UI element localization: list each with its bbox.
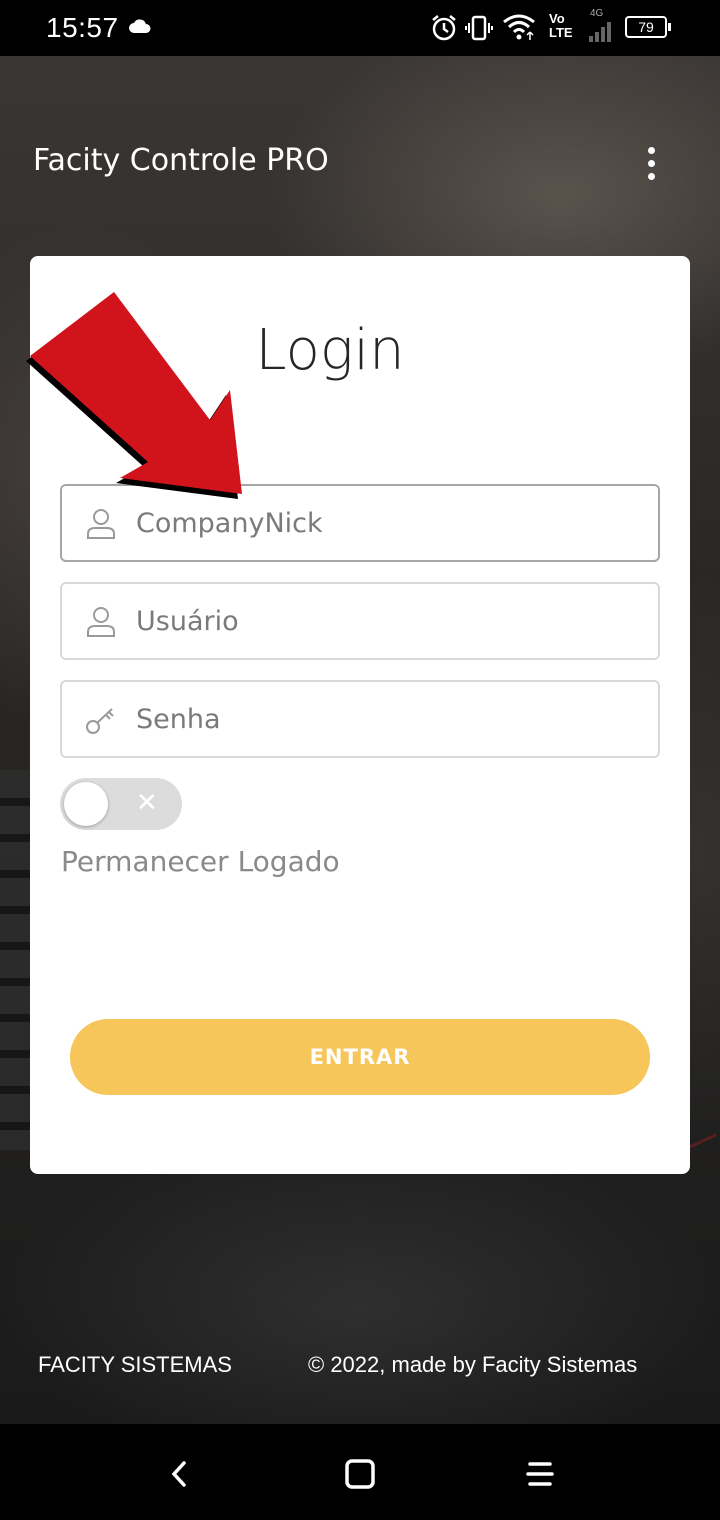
menu-dot: [647, 159, 655, 167]
menu-dot: [647, 146, 655, 154]
volte-bottom: LTE: [549, 25, 573, 40]
password-input[interactable]: [136, 684, 636, 754]
back-icon[interactable]: [158, 1452, 202, 1496]
more-vert-icon[interactable]: [630, 140, 672, 186]
toggle-knob: [64, 782, 108, 826]
user-input[interactable]: [136, 586, 636, 656]
volte-top: Vo: [549, 11, 565, 26]
keep-logged-label: Permanecer Logado: [61, 845, 340, 878]
arrow-annotation: [26, 292, 242, 499]
key-icon: [86, 708, 114, 734]
network-type: 4G: [590, 8, 604, 19]
battery-icon: 79: [625, 16, 671, 38]
home-icon[interactable]: [338, 1452, 382, 1496]
close-icon: ✕: [136, 788, 158, 818]
vibrate-icon: [465, 15, 493, 41]
status-bar: 15:57 Vo LTE 4G 79: [0, 0, 720, 56]
keep-logged-toggle[interactable]: ✕: [60, 778, 182, 830]
footer-company: FACITY SISTEMAS: [38, 1352, 232, 1377]
nav-bar: [0, 1424, 720, 1520]
cloud-icon: [129, 19, 151, 33]
menu-dot: [647, 172, 655, 180]
signal-icon: [589, 22, 611, 42]
user-icon: [87, 607, 115, 637]
volte-indicator: Vo LTE: [549, 12, 573, 40]
status-time: 15:57: [46, 12, 119, 43]
menu-icon[interactable]: [518, 1452, 562, 1496]
user-icon: [87, 509, 115, 539]
user-field[interactable]: [60, 582, 660, 660]
login-button[interactable]: ENTRAR: [70, 1019, 650, 1095]
footer-copyright: © 2022, made by Facity Sistemas: [308, 1352, 638, 1377]
app-title: Facity Controle PRO: [33, 143, 329, 178]
wifi-icon: [503, 14, 535, 40]
alarm-icon: [432, 15, 456, 41]
password-field[interactable]: [60, 680, 660, 758]
